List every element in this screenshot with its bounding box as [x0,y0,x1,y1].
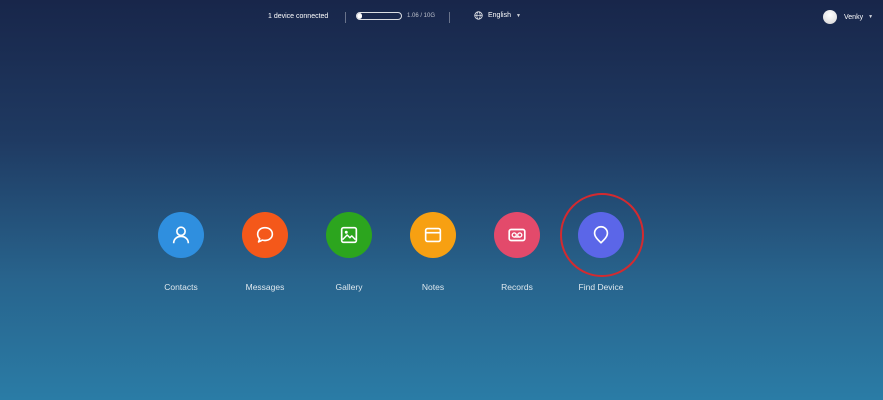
top-bar: 1 device connected 1.06 / 10G English ▼ … [0,0,883,36]
image-icon [340,226,358,244]
app-label: Find Device [578,282,624,292]
app-grid: Contacts Messages Gallery Notes Records … [155,212,655,302]
messages-app-button[interactable] [242,212,288,258]
chevron-down-icon: ▼ [868,14,874,20]
location-pin-icon [593,225,609,244]
app-messages[interactable]: Messages [235,212,295,292]
app-notes[interactable]: Notes [403,212,463,292]
find-device-app-button[interactable] [578,212,624,258]
app-contacts[interactable]: Contacts [151,212,211,292]
chat-bubble-icon [256,226,274,243]
notes-app-button[interactable] [410,212,456,258]
chevron-down-icon: ▼ [515,12,521,19]
records-app-button[interactable] [494,212,540,258]
app-label: Messages [245,282,285,292]
user-menu[interactable]: Venky ▼ [823,10,873,24]
storage-bar-fill [357,13,362,19]
contacts-app-button[interactable] [158,212,204,258]
storage-bar [356,12,402,20]
voicemail-icon [508,228,526,242]
avatar [823,10,837,24]
divider [449,12,450,23]
app-label: Contacts [164,282,198,292]
app-label: Notes [421,282,445,292]
user-name: Venky [844,13,864,21]
storage-indicator: 1.06 / 10G [356,12,435,20]
divider [345,12,346,23]
language-selector[interactable]: English ▼ [474,11,521,20]
language-label: English [488,12,511,19]
app-label: Gallery [335,282,363,292]
note-icon [424,227,442,243]
app-find-device[interactable]: Find Device [571,212,631,292]
globe-icon [474,11,483,20]
storage-text: 1.06 / 10G [407,13,436,19]
app-records[interactable]: Records [487,212,547,292]
app-label: Records [501,282,533,292]
app-gallery[interactable]: Gallery [319,212,379,292]
device-status: 1 device connected [268,13,329,20]
person-icon [172,226,190,244]
gallery-app-button[interactable] [326,212,372,258]
